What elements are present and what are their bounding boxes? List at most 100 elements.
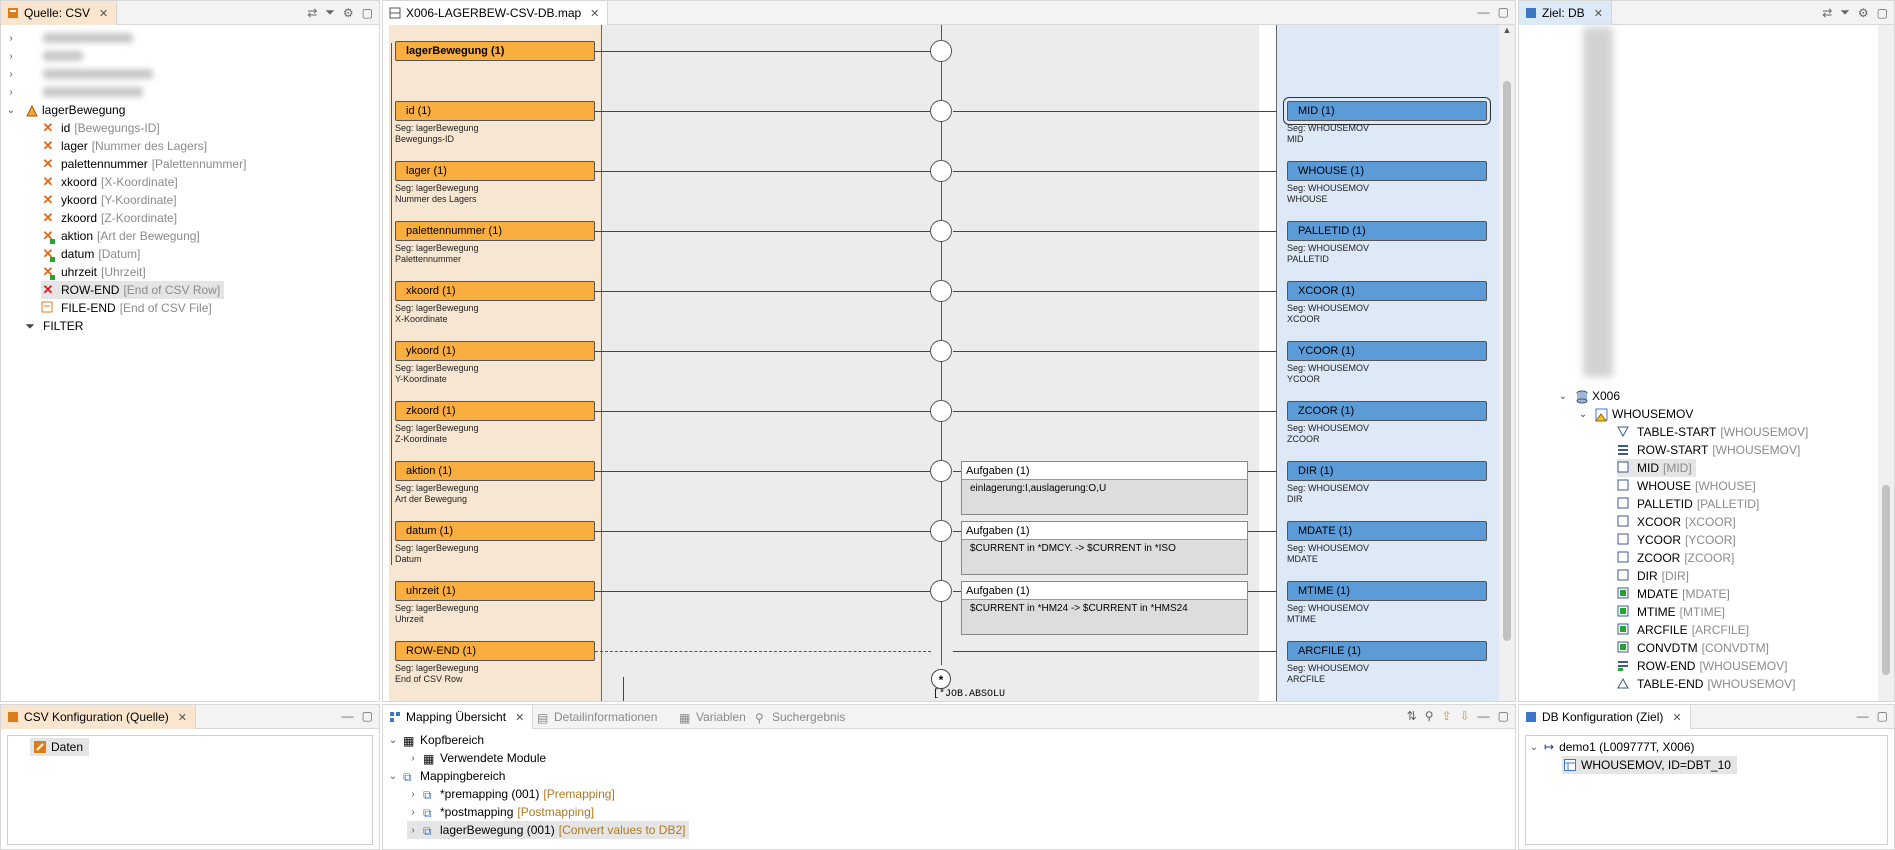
chevron-down-icon[interactable]: ⌄: [1557, 391, 1569, 402]
target-node-box[interactable]: ARCFILE (1): [1287, 641, 1487, 661]
mapping-item-row[interactable]: › ⧉ *postmapping [Postmapping]: [407, 803, 598, 821]
chevron-down-icon[interactable]: ⌄: [1528, 742, 1540, 753]
source-node-box[interactable]: id (1): [395, 101, 595, 121]
target-node-box[interactable]: PALLETID (1): [1287, 221, 1487, 241]
scroll-thumb[interactable]: [1503, 81, 1511, 641]
tab-variablen[interactable]: ▦ Variablen: [673, 705, 754, 729]
maximize-icon[interactable]: ▢: [1498, 5, 1509, 19]
close-icon[interactable]: ✕: [99, 7, 108, 20]
tab-csv-config[interactable]: CSV Konfiguration (Quelle) ✕: [1, 705, 196, 729]
target-field-row[interactable]: CONVDTM [CONVDTM]: [1617, 639, 1773, 657]
mapping-item-row[interactable]: › ⧉ *premapping (001) [Premapping]: [407, 785, 619, 803]
sync-icon[interactable]: ⇄: [307, 6, 317, 20]
connector-node[interactable]: [930, 400, 952, 422]
target-node-box[interactable]: MDATE (1): [1287, 521, 1487, 541]
export-icon[interactable]: ⇪: [1442, 709, 1452, 723]
target-field-row[interactable]: TABLE-END [WHOUSEMOV]: [1617, 675, 1799, 693]
target-field-row[interactable]: MID [MID]: [1617, 459, 1696, 477]
target-node-box[interactable]: ZCOOR (1): [1287, 401, 1487, 421]
close-icon[interactable]: ✕: [178, 711, 187, 724]
tab-map[interactable]: X006-LAGERBEW-CSV-DB.map ✕: [383, 1, 609, 25]
target-field-row[interactable]: DIR [DIR]: [1617, 567, 1693, 585]
csv-config-item[interactable]: Daten: [30, 738, 90, 756]
source-node-box[interactable]: lager (1): [395, 161, 595, 181]
source-field-row[interactable]: ✕ lager [Nummer des Lagers]: [41, 137, 211, 155]
import-icon[interactable]: ⇩: [1460, 709, 1470, 723]
target-scrollbar[interactable]: [1878, 25, 1894, 701]
chevron-down-icon[interactable]: ⌄: [1577, 409, 1589, 420]
close-icon[interactable]: ✕: [1672, 711, 1681, 724]
minimize-icon[interactable]: —: [1478, 709, 1490, 723]
connector-node[interactable]: [930, 160, 952, 182]
target-node-box[interactable]: MID (1): [1283, 97, 1491, 125]
target-field-row[interactable]: PALLETID [PALLETID]: [1617, 495, 1763, 513]
connection-row[interactable]: ⌄ ↦ demo1 (L009777T, X006): [1528, 738, 1695, 756]
target-node-box[interactable]: DIR (1): [1287, 461, 1487, 481]
chevron-down-icon[interactable]: ⌄: [5, 105, 17, 116]
source-field-row[interactable]: FILE-END [End of CSV File]: [41, 299, 216, 317]
target-field-row[interactable]: TABLE-START [WHOUSEMOV]: [1617, 423, 1812, 441]
tab-detailinformationen[interactable]: ▤ Detailinformationen: [531, 705, 665, 729]
tab-suchergebnis[interactable]: ⚲ Suchergebnis: [749, 705, 853, 729]
source-node-box[interactable]: ykoord (1): [395, 341, 595, 361]
source-field-row[interactable]: ✕ ROW-END [End of CSV Row]: [41, 281, 225, 299]
target-field-row[interactable]: ARCFILE [ARCFILE]: [1617, 621, 1753, 639]
source-node-box[interactable]: ROW-END (1): [395, 641, 595, 661]
source-node-box[interactable]: uhrzeit (1): [395, 581, 595, 601]
source-node-box[interactable]: datum (1): [395, 521, 595, 541]
target-field-row[interactable]: MTIME [MTIME]: [1617, 603, 1729, 621]
gear-icon[interactable]: ⚙: [343, 6, 354, 20]
connector-node[interactable]: [930, 220, 952, 242]
source-field-row[interactable]: ✕ aktion [Art der Bewegung]: [41, 227, 204, 245]
target-node-box[interactable]: MTIME (1): [1287, 581, 1487, 601]
target-field-row[interactable]: WHOUSE [WHOUSE]: [1617, 477, 1760, 495]
tab-db-config[interactable]: DB Konfiguration (Ziel) ✕: [1519, 705, 1691, 729]
db-row[interactable]: ⌄ X006: [1557, 387, 1620, 405]
filter-icon[interactable]: ⏷: [325, 5, 335, 20]
connector-node[interactable]: [930, 100, 952, 122]
gear-icon[interactable]: ⚙: [1858, 6, 1869, 20]
tab-target-db[interactable]: Ziel: DB ✕: [1519, 1, 1612, 25]
target-node-box[interactable]: YCOOR (1): [1287, 341, 1487, 361]
close-icon[interactable]: ✕: [1594, 7, 1603, 20]
connector-node[interactable]: [930, 280, 952, 302]
mapping-item-row[interactable]: › ⧉ lagerBewegung (001) [Convert values to …: [407, 821, 690, 839]
task-box[interactable]: Aufgaben (1) einlagerung:I,auslagerung:O…: [961, 461, 1248, 515]
source-field-row[interactable]: ✕ datum [Datum]: [41, 245, 144, 263]
db-table-row[interactable]: WHOUSEMOV, ID=DBT_10: [1562, 756, 1737, 774]
chevron-right-icon[interactable]: ›: [407, 753, 419, 764]
source-field-row[interactable]: ✕ uhrzeit [Uhrzeit]: [41, 263, 150, 281]
connector-node[interactable]: [930, 340, 952, 362]
connector-node[interactable]: [930, 520, 952, 542]
chevron-right-icon[interactable]: ›: [407, 807, 419, 818]
source-node-box[interactable]: aktion (1): [395, 461, 595, 481]
sync-icon[interactable]: ⇄: [1822, 6, 1832, 20]
task-box[interactable]: Aufgaben (1) $CURRENT in *HM24 -> $CURRE…: [961, 581, 1248, 635]
maximize-icon[interactable]: ▢: [362, 6, 373, 20]
connector-node[interactable]: [930, 40, 952, 62]
maximize-icon[interactable]: ▢: [1877, 709, 1888, 723]
tab-mapping-overview[interactable]: Mapping Übersicht ✕: [383, 705, 534, 729]
source-root-row[interactable]: ⌄ lagerBewegung: [5, 101, 126, 119]
scroll-up-icon[interactable]: ▲: [1499, 25, 1515, 35]
target-field-row[interactable]: XCOOR [XCOOR]: [1617, 513, 1740, 531]
table-row[interactable]: ⌄ WHOUSEMOV: [1577, 405, 1693, 423]
target-field-row[interactable]: ZCOOR [ZCOOR]: [1617, 549, 1738, 567]
chevron-right-icon[interactable]: ›: [407, 789, 419, 800]
star-node[interactable]: *: [931, 669, 951, 689]
tab-source-csv[interactable]: Quelle: CSV ✕: [1, 1, 118, 25]
target-node-box[interactable]: WHOUSE (1): [1287, 161, 1487, 181]
filter-icon[interactable]: ⏷: [1840, 5, 1850, 20]
filter-row[interactable]: ⏷ FILTER: [23, 317, 83, 335]
maximize-icon[interactable]: ▢: [1877, 6, 1888, 20]
minimize-icon[interactable]: —: [1478, 5, 1490, 19]
sort-icon[interactable]: ⇅: [1407, 709, 1417, 723]
chevron-right-icon[interactable]: ›: [407, 825, 419, 836]
source-field-row[interactable]: ✕ palettennummer [Palettennummer]: [41, 155, 250, 173]
module-row[interactable]: › ▦ Verwendete Module: [407, 749, 546, 767]
map-scrollbar[interactable]: ▲: [1499, 25, 1515, 701]
target-node-box[interactable]: XCOOR (1): [1287, 281, 1487, 301]
connector-node[interactable]: [930, 460, 952, 482]
mapping-row[interactable]: ⌄ ⧉ Mappingbereich: [387, 767, 506, 785]
source-header-box[interactable]: lagerBewegung (1): [395, 41, 595, 61]
